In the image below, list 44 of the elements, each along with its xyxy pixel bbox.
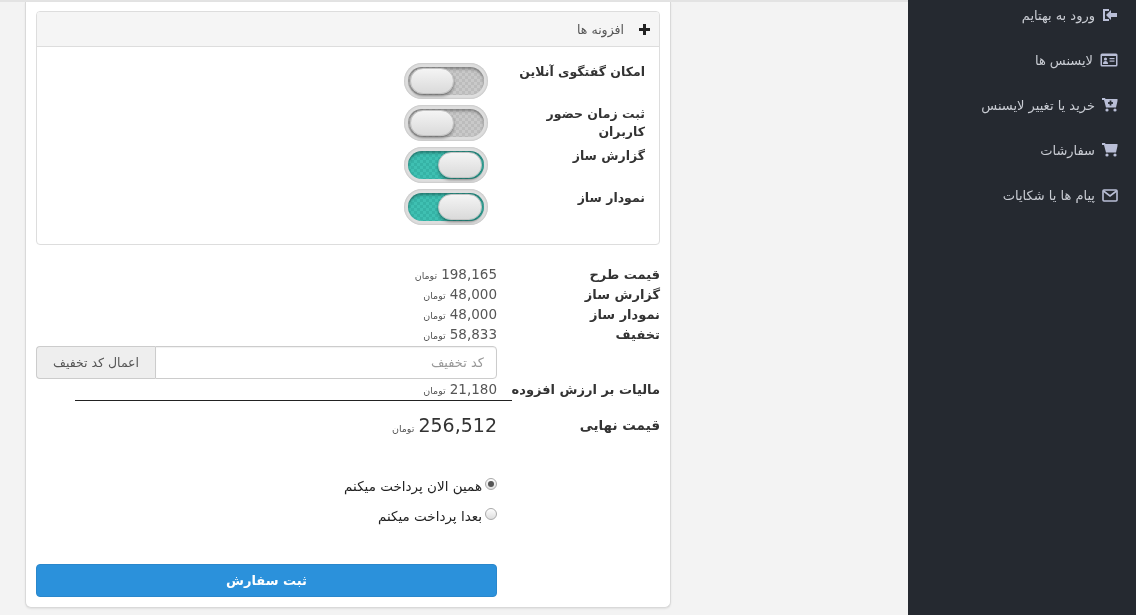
- toggle-switch[interactable]: [404, 63, 488, 99]
- currency-label: تومان: [423, 290, 446, 301]
- price-amount: 21,180: [449, 381, 497, 397]
- toggle-switch[interactable]: [404, 105, 488, 141]
- envelope-icon: [1102, 188, 1118, 202]
- addon-label: نمودار ساز: [576, 189, 645, 207]
- price-amount: 256,512: [418, 414, 497, 436]
- sidebar-item[interactable]: خرید یا تغییر لایسنس: [908, 90, 1136, 120]
- discount-code-field[interactable]: کد تخفیف: [155, 346, 497, 379]
- plus-icon: [639, 23, 650, 35]
- currency-label: تومان: [423, 330, 446, 341]
- apply-discount-button[interactable]: اعمال کد تخفیف: [36, 346, 155, 379]
- price-label: نمودار ساز: [588, 306, 660, 322]
- currency-label: تومان: [423, 310, 446, 321]
- price-label: گزارش ساز: [583, 286, 660, 302]
- currency-label: تومان: [391, 423, 415, 434]
- price-amount: 48,000: [449, 306, 497, 322]
- radio-label[interactable]: همین الان پرداخت میکنم: [344, 478, 482, 494]
- addon-label: گزارش ساز: [571, 147, 645, 165]
- toggle-switch[interactable]: [404, 147, 488, 183]
- id-card-icon: [1100, 53, 1118, 67]
- currency-label: تومان: [423, 385, 446, 396]
- price-label: قیمت طرح: [588, 266, 660, 282]
- price-label: تخفیف: [614, 326, 660, 342]
- radio-button[interactable]: [485, 508, 497, 520]
- price-amount: 48,000: [449, 286, 497, 302]
- radio-button[interactable]: [485, 478, 497, 490]
- addon-label: امکان گفتگوی آنلاین: [518, 63, 645, 81]
- panel-title: افزونه ها: [577, 21, 624, 37]
- sidebar-item[interactable]: سفارشات: [908, 135, 1136, 165]
- price-amount: 58,833: [449, 326, 497, 342]
- toggle-switch[interactable]: [404, 189, 488, 225]
- arrow-bracket-icon: [1102, 8, 1118, 22]
- cart-plus-icon: [1102, 98, 1118, 112]
- price-amount: 198,165: [441, 266, 497, 282]
- sidebar-item[interactable]: لایسنس ها: [908, 45, 1136, 75]
- cart-icon: [1102, 143, 1118, 157]
- price-label: مالیات بر ارزش افزوده: [512, 381, 660, 397]
- sidebar-item[interactable]: ورود به بهتایم: [908, 0, 1136, 30]
- price-label: قیمت نهایی: [578, 417, 660, 433]
- addon-label: ثبت زمان حضور کاربران: [545, 105, 645, 141]
- sidebar-item[interactable]: پیام ها یا شکایات: [908, 180, 1136, 210]
- currency-label: تومان: [414, 270, 438, 281]
- radio-label[interactable]: بعدا پرداخت میکنم: [377, 508, 482, 524]
